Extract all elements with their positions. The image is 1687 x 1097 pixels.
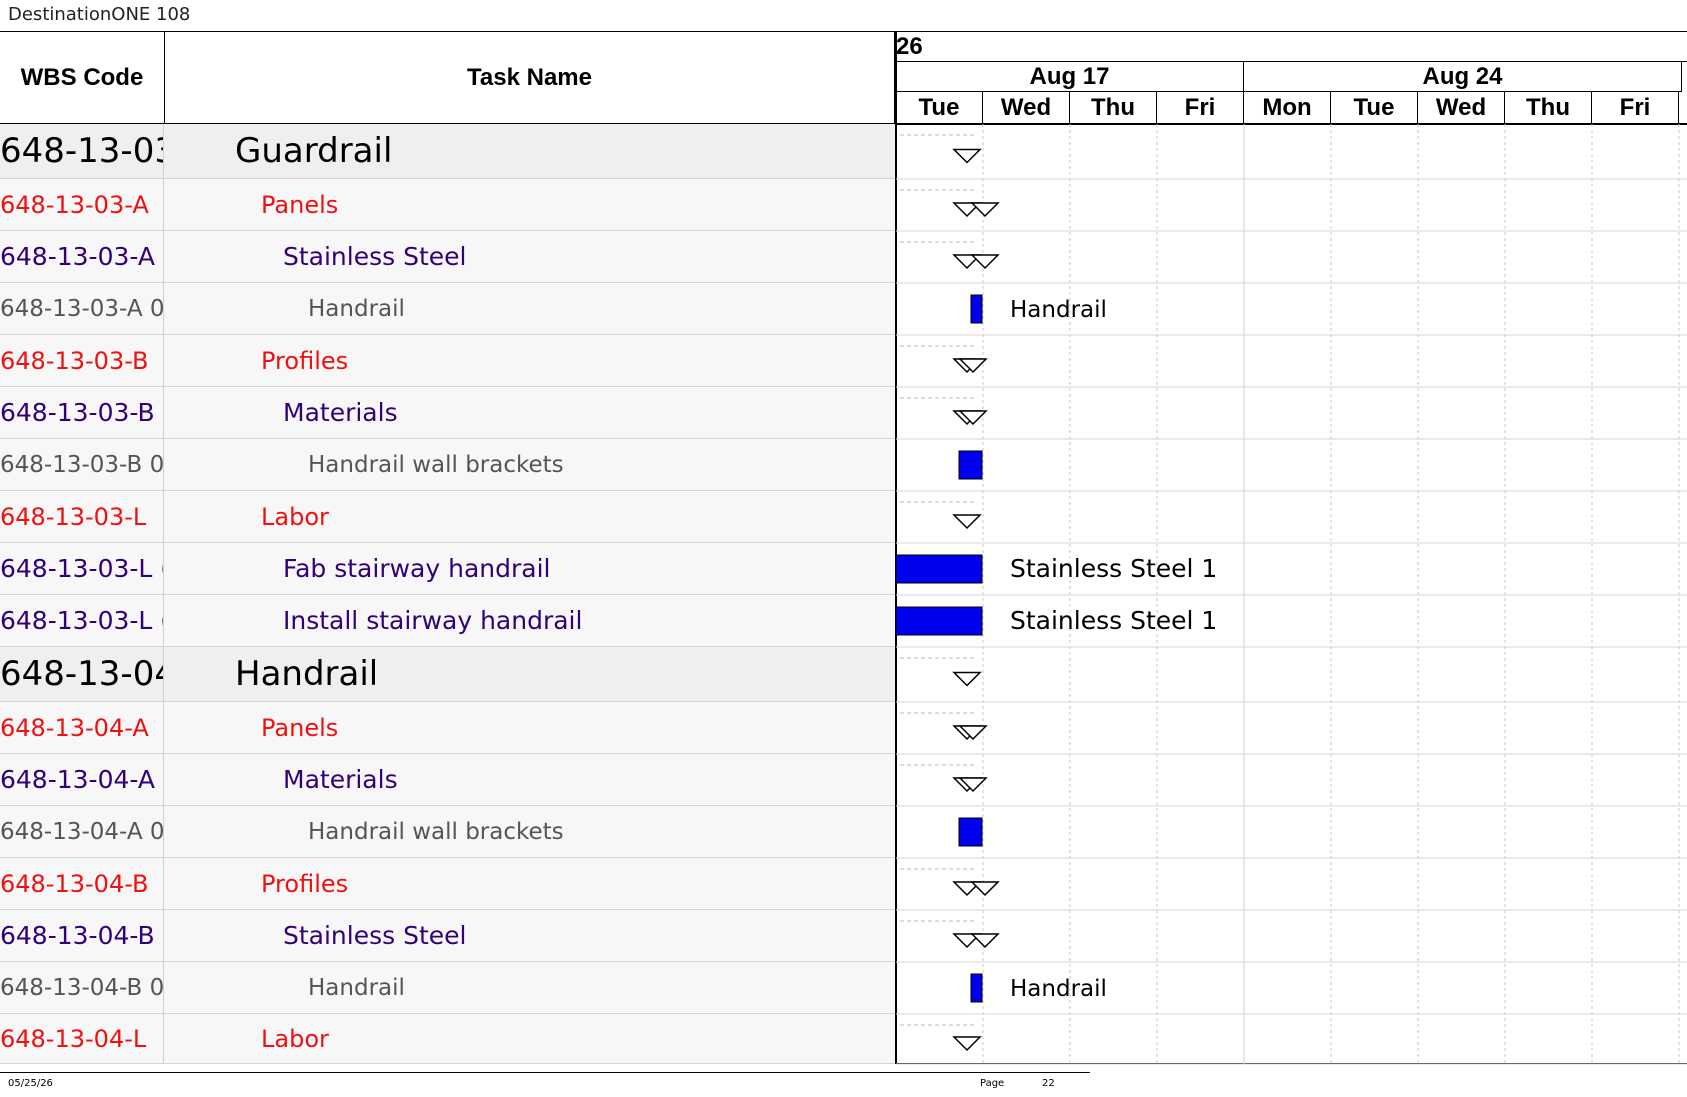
task-name-cell: Guardrail xyxy=(235,131,393,171)
task-bar xyxy=(970,294,983,324)
table-row[interactable]: 648-13-04-L Labor xyxy=(0,1014,895,1064)
table-row[interactable]: 648-13-04-A Panels xyxy=(0,702,895,754)
gantt-row-9: Stainless Steel 1 xyxy=(895,554,1217,584)
timeline-day-7: Wed xyxy=(1418,92,1505,123)
table-row[interactable]: 648-13-04-A 01 Handrail wall brackets xyxy=(0,806,895,858)
wbs-code-cell: 648-13-03-B 01 xyxy=(0,439,164,490)
gantt-row-10: Stainless Steel 1 xyxy=(895,606,1217,636)
task-name-cell: Materials xyxy=(283,765,398,794)
wbs-code-cell: 648-13-03-A 01 xyxy=(0,283,164,334)
task-bar-label: Stainless Steel 1 xyxy=(1010,606,1217,635)
task-bar-label: Handrail xyxy=(1010,297,1107,323)
footer-page-number: 22 xyxy=(1042,1078,1055,1089)
table-row[interactable]: 648-13-03-L ( Install stairway handrail xyxy=(0,595,895,647)
wbs-code-cell: 648-13-03 xyxy=(0,124,164,178)
footer-rule xyxy=(0,1072,1090,1073)
wbs-code-cell: 648-13-04-L xyxy=(0,1014,164,1063)
table-row[interactable]: 648-13-03-B Profiles xyxy=(0,335,895,387)
timeline-week-2: Aug 24 xyxy=(1244,62,1682,92)
task-name-cell: Fab stairway handrail xyxy=(283,554,551,583)
task-bar xyxy=(895,554,983,584)
task-name-cell: Handrail xyxy=(308,974,405,1001)
task-name-cell: Profiles xyxy=(261,346,349,375)
table-row[interactable]: 648-13-04 Handrail xyxy=(0,647,895,702)
table-timeline-divider xyxy=(895,31,897,1064)
task-bar xyxy=(895,606,983,636)
task-bar xyxy=(970,973,983,1003)
wbs-code-cell: 648-13-04-A ( xyxy=(0,754,164,805)
task-name-cell: Handrail wall brackets xyxy=(308,451,564,478)
table-row[interactable]: 648-13-04-B ( Stainless Steel xyxy=(0,910,895,962)
task-name-cell: Stainless Steel xyxy=(283,242,467,271)
gantt-row-7 xyxy=(958,450,983,480)
wbs-code-cell: 648-13-04-B xyxy=(0,858,164,909)
timeline-day-9: Fri xyxy=(1592,92,1679,123)
timeline-day-2: Wed xyxy=(983,92,1070,123)
wbs-code-cell: 648-13-03-L xyxy=(0,491,164,542)
wbs-code-cell: 648-13-04 xyxy=(0,647,164,701)
timeline-day-5: Mon xyxy=(1244,92,1331,123)
task-bar-label: Handrail xyxy=(1010,976,1107,1002)
timeline-week-1: Aug 17 xyxy=(896,62,1244,92)
wbs-code-cell: 648-13-04-B ( xyxy=(0,910,164,961)
footer-date: 05/25/26 xyxy=(8,1078,53,1089)
column-header-task-name[interactable]: Task Name xyxy=(165,32,895,123)
table-row[interactable]: 648-13-03-A ( Stainless Steel xyxy=(0,231,895,283)
task-name-cell: Panels xyxy=(261,713,339,742)
task-name-cell: Stainless Steel xyxy=(283,921,467,950)
wbs-code-cell: 648-13-03-B xyxy=(0,335,164,386)
wbs-code-cell: 648-13-03-L ( xyxy=(0,595,164,646)
wbs-code-cell: 648-13-04-B 01 xyxy=(0,962,164,1013)
wbs-code-cell: 648-13-03-L ( xyxy=(0,543,164,594)
task-name-cell: Install stairway handrail xyxy=(283,606,583,635)
wbs-code-cell: 648-13-03-B ( xyxy=(0,387,164,438)
timeline-day-6: Tue xyxy=(1331,92,1418,123)
task-name-cell: Labor xyxy=(261,502,329,531)
table-row[interactable]: 648-13-03-A Panels xyxy=(0,179,895,231)
table-row[interactable]: 648-13-03-B 01 Handrail wall brackets xyxy=(0,439,895,491)
table-row[interactable]: 648-13-03-L Labor xyxy=(0,491,895,543)
timeline-day-4: Fri xyxy=(1157,92,1244,123)
table-row[interactable]: 648-13-03 Guardrail xyxy=(0,124,895,179)
timeline-year-label: 26 xyxy=(896,32,1687,62)
timeline-day-8: Thu xyxy=(1505,92,1592,123)
timeline-day-1: Tue xyxy=(896,92,983,123)
table-row[interactable]: 648-13-03-L ( Fab stairway handrail xyxy=(0,543,895,595)
wbs-code-cell: 648-13-04-A 01 xyxy=(0,806,164,857)
task-name-cell: Handrail xyxy=(235,654,379,694)
task-name-cell: Panels xyxy=(261,190,339,219)
document-title: DestinationONE 108 xyxy=(8,4,191,25)
wbs-code-cell: 648-13-03-A ( xyxy=(0,231,164,282)
table-row[interactable]: 648-13-04-B 01 Handrail xyxy=(0,962,895,1014)
task-name-cell: Labor xyxy=(261,1024,329,1053)
column-header-wbs[interactable]: WBS Code xyxy=(0,32,165,123)
task-bar xyxy=(958,817,983,847)
table-row[interactable]: 648-13-04-B Profiles xyxy=(0,858,895,910)
task-name-cell: Materials xyxy=(283,398,398,427)
wbs-code-cell: 648-13-03-A xyxy=(0,179,164,230)
footer-page-label: Page xyxy=(980,1078,1005,1089)
task-name-cell: Handrail wall brackets xyxy=(308,818,564,845)
timeline-day-3: Thu xyxy=(1070,92,1157,123)
gantt-row-14 xyxy=(958,817,983,847)
table-row[interactable]: 648-13-03-B ( Materials xyxy=(0,387,895,439)
task-name-cell: Profiles xyxy=(261,869,349,898)
task-bar-label: Stainless Steel 1 xyxy=(1010,554,1217,583)
wbs-code-cell: 648-13-04-A xyxy=(0,702,164,753)
task-bar xyxy=(958,450,983,480)
task-name-cell: Handrail xyxy=(308,295,405,322)
table-row[interactable]: 648-13-04-A ( Materials xyxy=(0,754,895,806)
table-row[interactable]: 648-13-03-A 01 Handrail xyxy=(0,283,895,335)
